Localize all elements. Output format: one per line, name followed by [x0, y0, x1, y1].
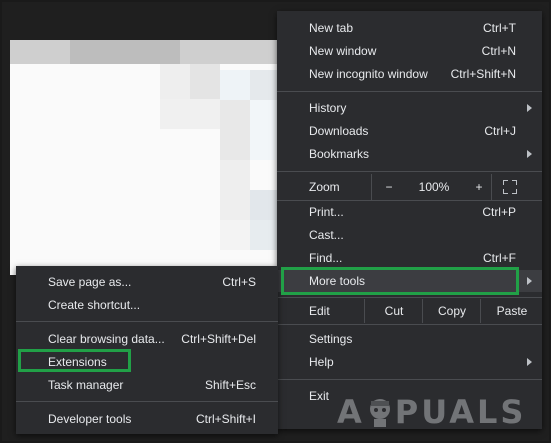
- menu-item-downloads[interactable]: Downloads Ctrl+J: [277, 120, 542, 142]
- page-content-pixelated: [10, 40, 300, 275]
- menu-item-task-manager[interactable]: Task manager Shift+Esc: [16, 374, 278, 396]
- menu-item-find[interactable]: Find... Ctrl+F: [277, 247, 542, 269]
- menu-item-developer-tools[interactable]: Developer tools Ctrl+Shift+I: [16, 408, 278, 430]
- menu-separator: [277, 297, 542, 298]
- chrome-main-menu: New tab Ctrl+T New window Ctrl+N New inc…: [277, 11, 542, 429]
- menu-item-clear-browsing-data[interactable]: Clear browsing data... Ctrl+Shift+Del: [16, 328, 278, 350]
- zoom-out-button[interactable]: −: [372, 174, 406, 200]
- zoom-level: 100%: [418, 180, 450, 194]
- menu-item-cast[interactable]: Cast...: [277, 224, 542, 246]
- menu-separator: [16, 401, 278, 402]
- zoom-divider: [491, 174, 493, 200]
- more-tools-highlight: [281, 267, 519, 295]
- extensions-highlight: [18, 349, 131, 372]
- menu-item-help[interactable]: Help: [277, 351, 542, 373]
- paste-button[interactable]: Paste: [480, 299, 543, 323]
- cut-button[interactable]: Cut: [364, 299, 423, 323]
- mascot-logo-icon: [367, 397, 393, 427]
- submenu-arrow-icon: [527, 104, 532, 112]
- menu-item-bookmarks[interactable]: Bookmarks: [277, 143, 542, 165]
- menu-separator: [277, 324, 542, 325]
- edit-row: Edit Cut Copy Paste: [277, 299, 542, 323]
- menu-item-history[interactable]: History: [277, 97, 542, 119]
- menu-separator: [16, 321, 278, 322]
- submenu-arrow-icon: [527, 358, 532, 366]
- menu-item-print[interactable]: Print... Ctrl+P: [277, 201, 542, 223]
- copy-button[interactable]: Copy: [422, 299, 481, 323]
- submenu-arrow-icon: [527, 277, 532, 285]
- fullscreen-icon[interactable]: [503, 180, 517, 194]
- menu-item-create-shortcut[interactable]: Create shortcut...: [16, 294, 278, 316]
- menu-item-settings[interactable]: Settings: [277, 328, 542, 350]
- submenu-arrow-icon: [527, 150, 532, 158]
- menu-separator: [277, 91, 542, 92]
- menu-item-new-incognito-window[interactable]: New incognito window Ctrl+Shift+N: [277, 63, 542, 85]
- menu-item-new-window[interactable]: New window Ctrl+N: [277, 40, 542, 62]
- menu-item-save-page-as[interactable]: Save page as... Ctrl+S: [16, 271, 278, 293]
- menu-separator: [277, 171, 542, 172]
- appuals-watermark: A PUALS: [337, 393, 527, 431]
- menu-separator: [277, 379, 542, 380]
- menu-item-new-tab[interactable]: New tab Ctrl+T: [277, 17, 542, 39]
- zoom-controls: − 100% +: [371, 174, 545, 200]
- zoom-row: Zoom − 100% +: [277, 174, 542, 200]
